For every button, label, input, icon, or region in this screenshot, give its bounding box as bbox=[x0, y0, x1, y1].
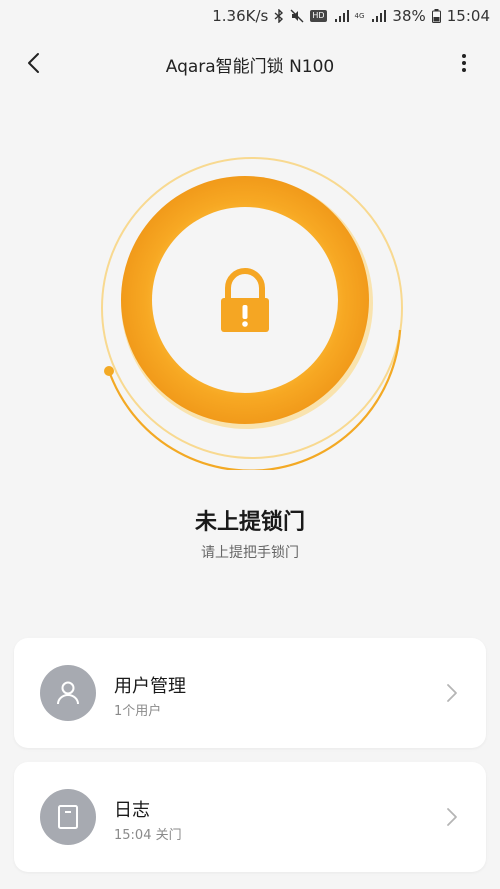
orbit-dot bbox=[104, 366, 114, 376]
more-vertical-icon bbox=[462, 54, 466, 72]
page-title: Aqara智能门锁 N100 bbox=[165, 57, 335, 77]
signal-icon bbox=[333, 9, 349, 23]
user-count-label: 1个用户 bbox=[114, 704, 162, 719]
lock-status-ring[interactable] bbox=[95, 150, 415, 470]
log-card[interactable]: 日志 15:04 关门 bbox=[14, 762, 486, 872]
hd-badge: HD bbox=[310, 10, 327, 22]
chevron-right-icon bbox=[447, 684, 457, 702]
user-icon-avatar bbox=[40, 665, 96, 721]
back-button[interactable] bbox=[22, 50, 48, 76]
signal-icon-2 bbox=[370, 9, 387, 23]
chevron-left-icon bbox=[28, 53, 39, 73]
signal-4g-icon: 4G bbox=[354, 11, 365, 20]
status-bar: 1.36K/s HD 4G 38% 15:04 bbox=[0, 0, 500, 32]
chevron-right-icon bbox=[447, 808, 457, 826]
network-speed: 1.36K/s bbox=[212, 7, 269, 25]
user-icon bbox=[57, 681, 79, 705]
log-icon bbox=[58, 805, 78, 829]
battery-icon bbox=[431, 9, 441, 23]
more-options-button[interactable] bbox=[454, 50, 474, 76]
log-icon-avatar bbox=[40, 789, 96, 845]
bluetooth-icon bbox=[274, 9, 284, 23]
lock-status-subtitle: 请上提把手锁门 bbox=[201, 545, 299, 561]
lock-status-hero bbox=[0, 140, 500, 480]
user-management-card[interactable]: 用户管理 1个用户 bbox=[14, 638, 486, 748]
user-management-title: 用户管理 bbox=[114, 676, 186, 697]
app-header: Aqara智能门锁 N100 bbox=[0, 40, 500, 86]
clock: 15:04 bbox=[446, 7, 490, 25]
mute-icon bbox=[290, 9, 304, 23]
lock-status-title: 未上提锁门 bbox=[194, 510, 305, 535]
hd-badge-icon: HD bbox=[310, 10, 327, 22]
net-type-label: 4G bbox=[354, 11, 365, 20]
last-log-entry: 15:04 关门 bbox=[114, 828, 182, 843]
log-title: 日志 bbox=[114, 800, 150, 821]
battery-percent: 38% bbox=[392, 7, 426, 25]
